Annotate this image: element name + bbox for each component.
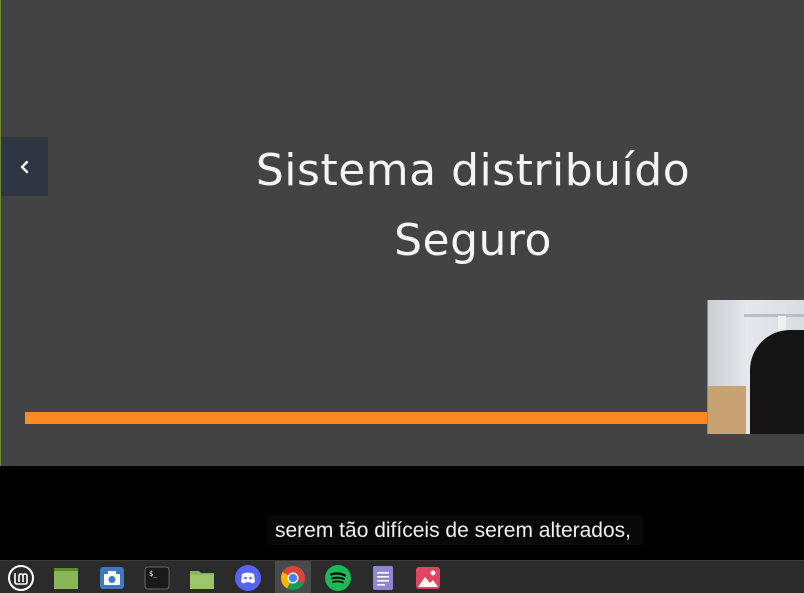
chevron-left-icon (20, 160, 28, 173)
terminal-button[interactable]: $_ (139, 561, 175, 593)
discord-button[interactable] (230, 561, 266, 593)
screenshot-app-button[interactable] (94, 561, 130, 593)
discord-icon (235, 564, 261, 591)
image-icon (416, 566, 440, 589)
terminal-icon: $_ (144, 566, 170, 589)
previous-slide-button[interactable] (1, 137, 48, 196)
spotify-icon (325, 564, 351, 591)
webcam-overlay (707, 300, 804, 434)
slide-title: Sistema distribuído Seguro (141, 136, 804, 276)
text-editor-button[interactable] (365, 561, 401, 593)
chrome-icon (280, 565, 305, 590)
camera-icon (100, 566, 124, 589)
mint-menu-button[interactable] (3, 561, 39, 593)
taskbar: $_ (0, 560, 804, 593)
caption-area (0, 466, 804, 560)
file-manager-button[interactable] (184, 561, 220, 593)
slide-title-line-2: Seguro (394, 215, 552, 266)
caption-text: serem tão difíceis de serem alterados, (267, 515, 643, 545)
desktop-icon (54, 567, 78, 589)
slide-title-line-1: Sistema distribuído (255, 145, 691, 196)
chrome-button[interactable] (275, 561, 311, 593)
spotify-button[interactable] (320, 561, 356, 593)
document-icon (373, 565, 393, 590)
svg-text:$_: $_ (149, 570, 158, 578)
presentation-slide: Sistema distribuído Seguro (0, 0, 804, 466)
slide-accent-bar (25, 412, 715, 424)
show-desktop-button[interactable] (48, 561, 84, 593)
image-viewer-button[interactable] (410, 561, 446, 593)
linux-mint-logo-icon (8, 564, 34, 591)
folder-icon (190, 570, 214, 589)
